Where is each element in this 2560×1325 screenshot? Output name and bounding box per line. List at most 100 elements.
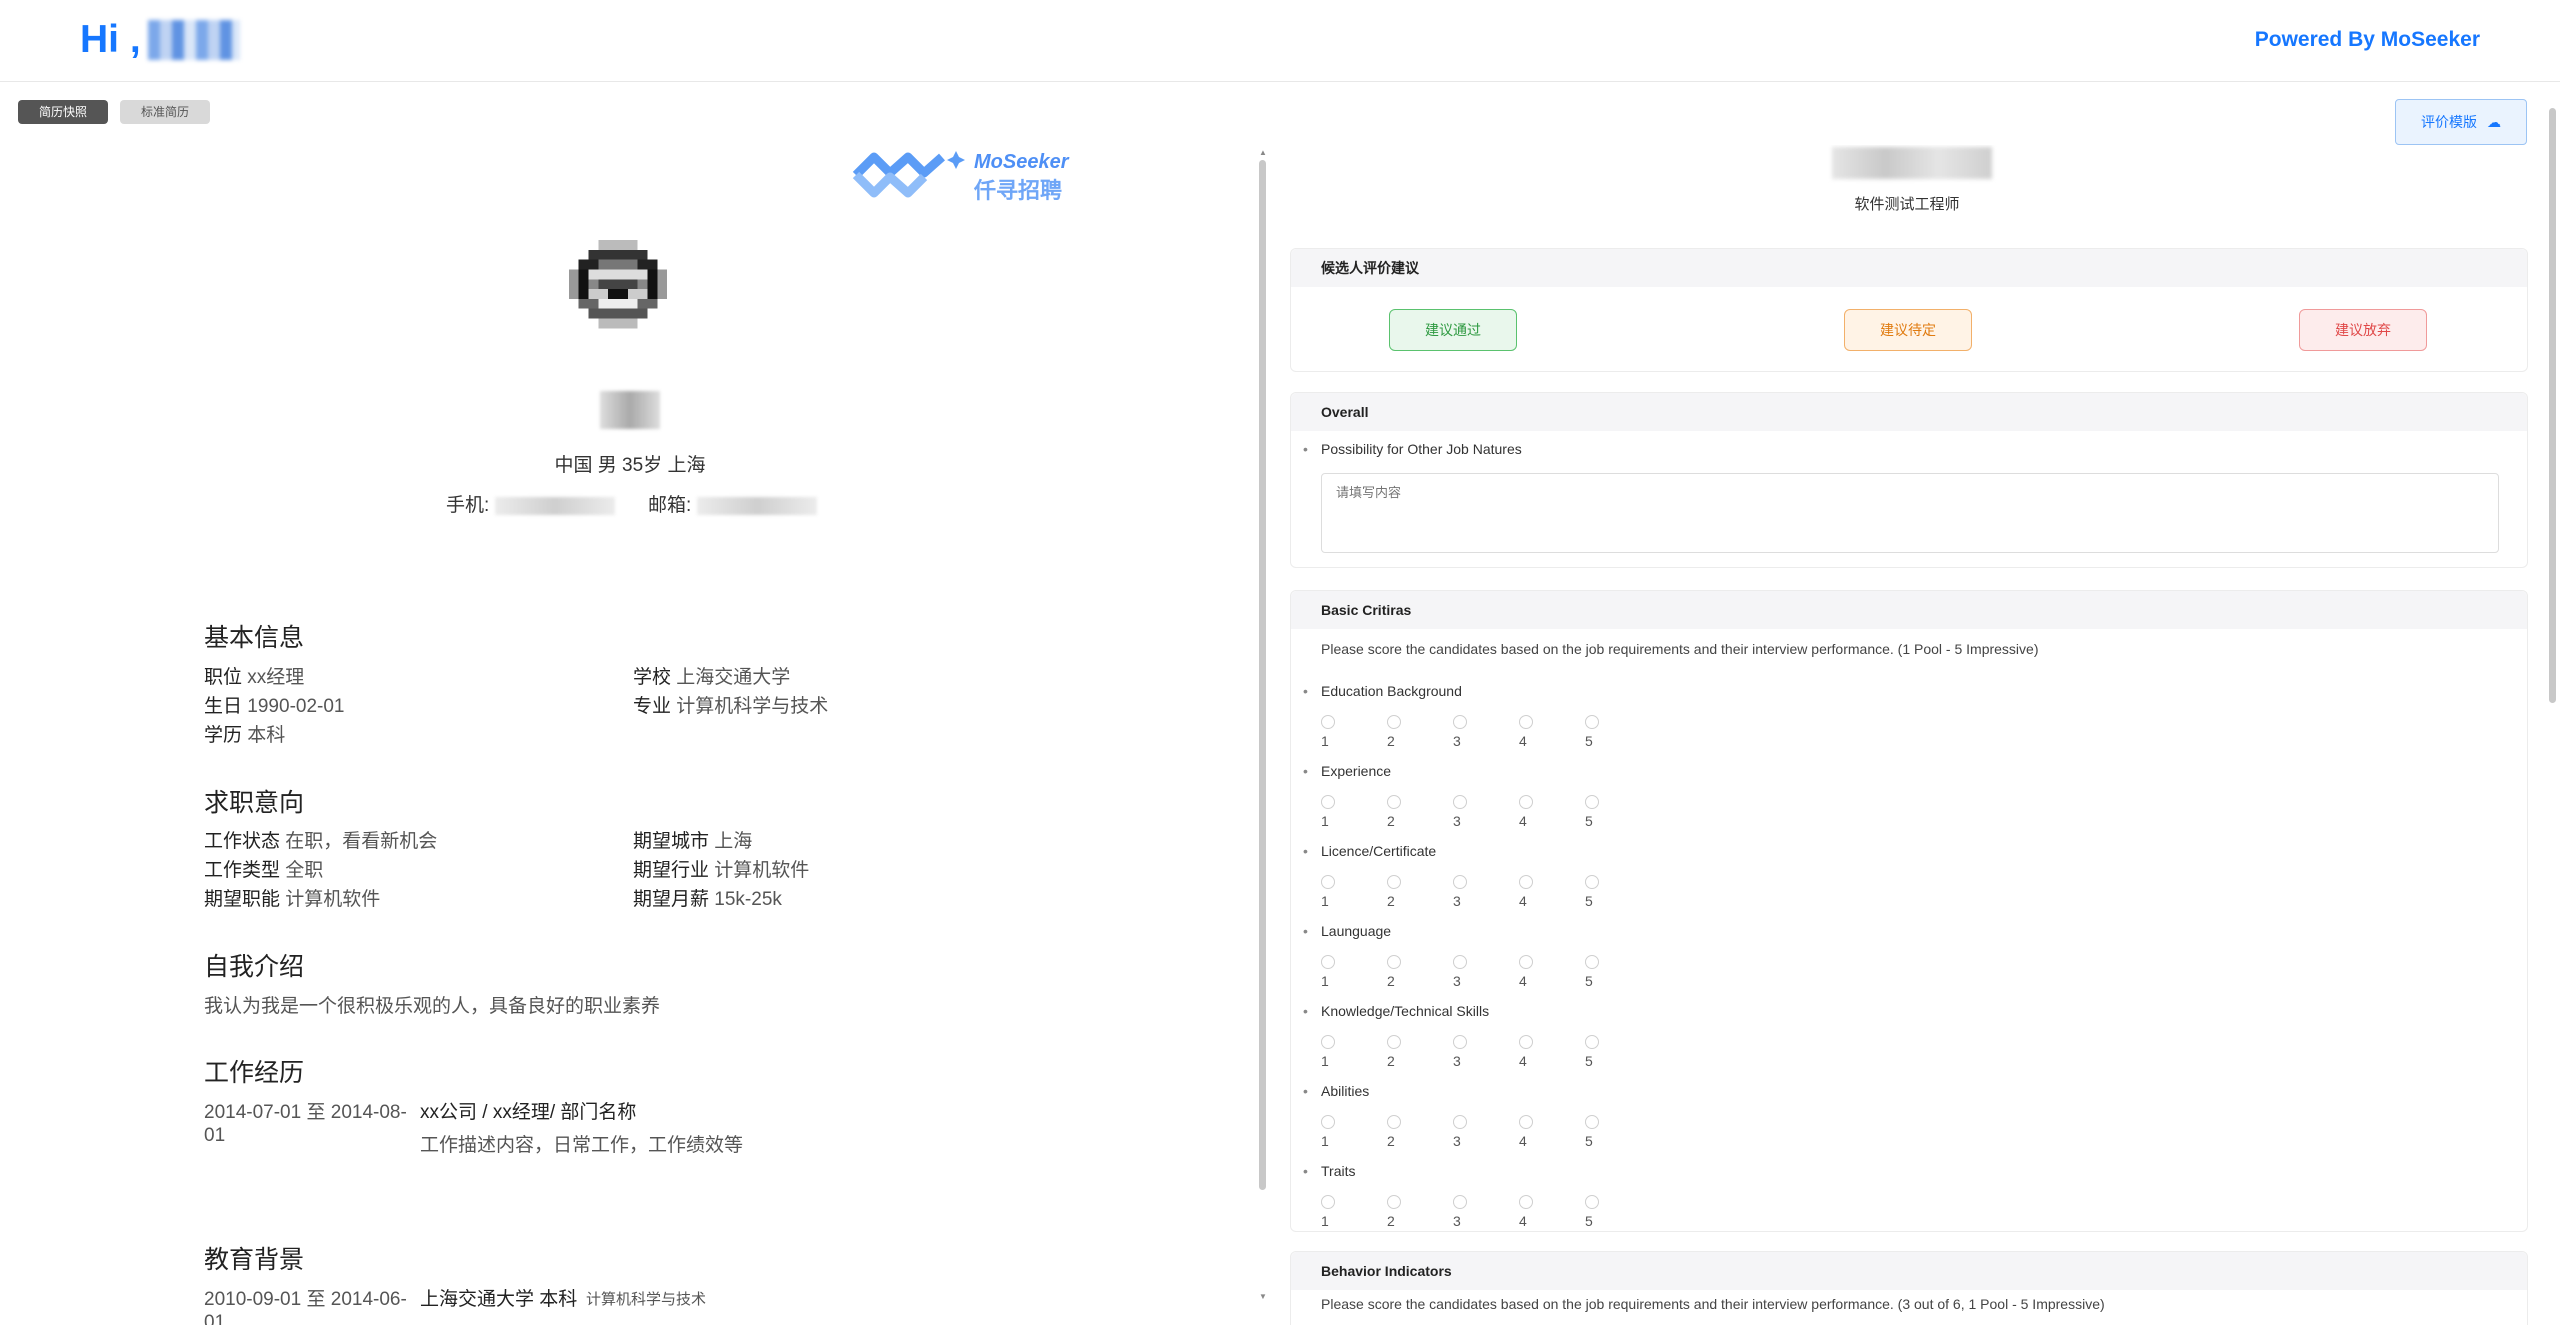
score-radio[interactable]: 4 — [1519, 871, 1541, 909]
radio-circle-icon[interactable] — [1321, 1035, 1335, 1049]
major-field: 专业 计算机科学与技术 — [633, 696, 829, 717]
radio-circle-icon[interactable] — [1453, 955, 1467, 969]
radio-circle-icon[interactable] — [1453, 1115, 1467, 1129]
expected-industry-field: 期望行业 计算机软件 — [633, 860, 810, 881]
score-radio[interactable]: 2 — [1387, 1191, 1409, 1229]
suggest-pending-button[interactable]: 建议待定 — [1844, 309, 1972, 351]
radio-circle-icon[interactable] — [1519, 795, 1533, 809]
score-radio[interactable]: 2 — [1387, 1031, 1409, 1069]
radio-circle-icon[interactable] — [1585, 1195, 1599, 1209]
score-radio-label: 4 — [1519, 813, 1527, 829]
score-radio-label: 1 — [1321, 893, 1329, 909]
user-name-blurred — [148, 20, 240, 60]
score-radio[interactable]: 1 — [1321, 1191, 1343, 1229]
score-radio[interactable]: 1 — [1321, 951, 1343, 989]
radio-circle-icon[interactable] — [1519, 1115, 1533, 1129]
score-radio[interactable]: 3 — [1453, 791, 1475, 829]
radio-circle-icon[interactable] — [1519, 1195, 1533, 1209]
tab-standard-resume[interactable]: 标准简历 — [120, 100, 210, 124]
radio-circle-icon[interactable] — [1453, 1195, 1467, 1209]
score-radio-label: 3 — [1453, 1213, 1461, 1229]
radio-circle-icon[interactable] — [1453, 715, 1467, 729]
resume-panel: MoSeeker 仟寻招聘 中国 男 35岁 上海 手机: 邮箱: 基本信息 职… — [0, 145, 1260, 1325]
education-title: 教育背景 — [204, 1246, 305, 1274]
criteria-item-label: Knowledge/Technical Skills — [1321, 1003, 1490, 1019]
score-radio[interactable]: 4 — [1519, 1191, 1541, 1229]
score-radio[interactable]: 2 — [1387, 711, 1409, 749]
radio-circle-icon[interactable] — [1519, 715, 1533, 729]
score-radio[interactable]: 3 — [1453, 1111, 1475, 1149]
behavior-note: Please score the candidates based on the… — [1321, 1296, 2105, 1312]
score-radio[interactable]: 2 — [1387, 1111, 1409, 1149]
overall-title: Overall — [1291, 393, 2527, 431]
radio-circle-icon[interactable] — [1387, 1195, 1401, 1209]
score-radio[interactable]: 4 — [1519, 951, 1541, 989]
score-radio[interactable]: 5 — [1585, 791, 1607, 829]
score-radio[interactable]: 2 — [1387, 871, 1409, 909]
radio-circle-icon[interactable] — [1585, 715, 1599, 729]
score-radio[interactable]: 4 — [1519, 711, 1541, 749]
radio-circle-icon[interactable] — [1321, 795, 1335, 809]
radio-circle-icon[interactable] — [1387, 1115, 1401, 1129]
bullet-icon: • — [1303, 843, 1308, 859]
self-intro-text: 我认为我是一个很积极乐观的人，具备良好的职业素养 — [204, 996, 661, 1017]
score-radio[interactable]: 4 — [1519, 1111, 1541, 1149]
edu-period-line1: 2010-09-01 至 2014-06- — [204, 1289, 407, 1310]
score-radio[interactable]: 1 — [1321, 791, 1343, 829]
score-radio[interactable]: 3 — [1453, 951, 1475, 989]
score-radio[interactable]: 1 — [1321, 1111, 1343, 1149]
radio-circle-icon[interactable] — [1387, 1035, 1401, 1049]
score-radio[interactable]: 5 — [1585, 951, 1607, 989]
radio-circle-icon[interactable] — [1585, 1115, 1599, 1129]
radio-circle-icon[interactable] — [1321, 955, 1335, 969]
evaluation-template-button[interactable]: 评价模版 ☁ — [2395, 99, 2527, 145]
score-radio[interactable]: 4 — [1519, 791, 1541, 829]
score-radio[interactable]: 5 — [1585, 871, 1607, 909]
bullet-icon: • — [1303, 1083, 1308, 1099]
score-radio[interactable]: 2 — [1387, 951, 1409, 989]
score-radio[interactable]: 1 — [1321, 1031, 1343, 1069]
score-radio[interactable]: 1 — [1321, 871, 1343, 909]
score-radio[interactable]: 3 — [1453, 711, 1475, 749]
score-radio[interactable]: 3 — [1453, 871, 1475, 909]
score-radio[interactable]: 2 — [1387, 791, 1409, 829]
radio-circle-icon[interactable] — [1453, 875, 1467, 889]
score-radio-label: 1 — [1321, 813, 1329, 829]
suggest-pass-button[interactable]: 建议通过 — [1389, 309, 1517, 351]
radio-circle-icon[interactable] — [1519, 875, 1533, 889]
tab-resume-snapshot[interactable]: 简历快照 — [18, 100, 108, 124]
radio-circle-icon[interactable] — [1585, 795, 1599, 809]
greeting: Hi , — [80, 18, 141, 61]
radio-circle-icon[interactable] — [1387, 955, 1401, 969]
score-radio[interactable]: 5 — [1585, 1111, 1607, 1149]
score-radio[interactable]: 3 — [1453, 1031, 1475, 1069]
radio-circle-icon[interactable] — [1519, 955, 1533, 969]
radio-circle-icon[interactable] — [1321, 715, 1335, 729]
edu-major: 计算机科学与技术 — [586, 1291, 707, 1308]
radio-circle-icon[interactable] — [1321, 875, 1335, 889]
suggest-reject-button[interactable]: 建议放弃 — [2299, 309, 2427, 351]
score-radio[interactable]: 1 — [1321, 711, 1343, 749]
radio-circle-icon[interactable] — [1585, 955, 1599, 969]
score-radio[interactable]: 5 — [1585, 1031, 1607, 1069]
overall-text-input[interactable] — [1321, 473, 2499, 553]
radio-circle-icon[interactable] — [1453, 795, 1467, 809]
score-radio[interactable]: 4 — [1519, 1031, 1541, 1069]
radio-circle-icon[interactable] — [1387, 795, 1401, 809]
evaluation-scrollbar[interactable] — [2549, 108, 2556, 703]
radio-circle-icon[interactable] — [1585, 1035, 1599, 1049]
birthday-field: 生日 1990-02-01 — [204, 696, 345, 717]
radio-circle-icon[interactable] — [1519, 1035, 1533, 1049]
radio-circle-icon[interactable] — [1321, 1195, 1335, 1209]
criteria-item-label: Education Background — [1321, 683, 1462, 699]
radio-circle-icon[interactable] — [1585, 875, 1599, 889]
radio-circle-icon[interactable] — [1453, 1035, 1467, 1049]
powered-by-link[interactable]: Powered By MoSeeker — [2255, 28, 2480, 52]
radio-circle-icon[interactable] — [1387, 875, 1401, 889]
radio-circle-icon[interactable] — [1321, 1115, 1335, 1129]
radio-circle-icon[interactable] — [1387, 715, 1401, 729]
score-radio[interactable]: 3 — [1453, 1191, 1475, 1229]
score-radio[interactable]: 5 — [1585, 711, 1607, 749]
candidate-avatar — [568, 240, 668, 329]
score-radio[interactable]: 5 — [1585, 1191, 1607, 1229]
